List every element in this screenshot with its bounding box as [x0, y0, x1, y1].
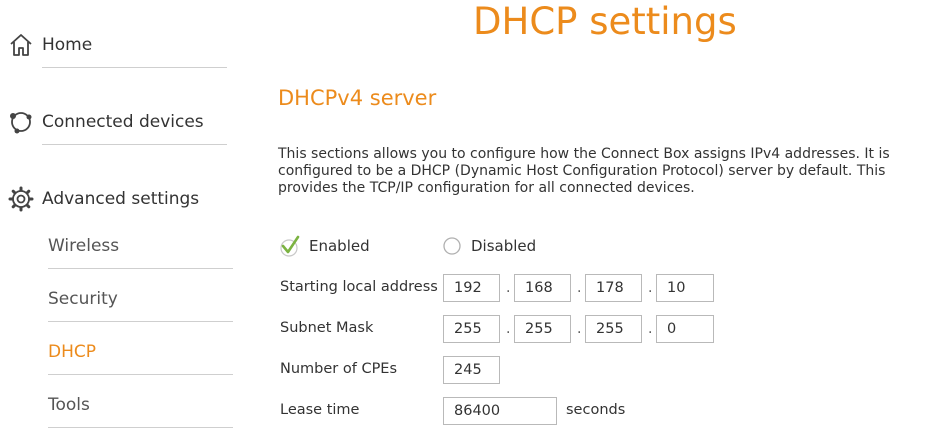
nav-advanced-label: Advanced settings	[42, 189, 200, 209]
sidebar: Home Connected devices Advanced settings…	[0, 0, 240, 438]
nav-connected-devices[interactable]: Connected devices	[8, 107, 204, 137]
sidebar-item-wireless[interactable]: Wireless	[48, 236, 119, 256]
start-address-label: Starting local address	[280, 279, 438, 295]
radio-enabled[interactable]: Enabled	[280, 234, 370, 258]
octet-separator: .	[506, 321, 511, 337]
subnet-mask-label: Subnet Mask	[280, 320, 374, 336]
divider	[48, 268, 233, 269]
divider	[42, 144, 227, 145]
nav-home-label: Home	[42, 35, 93, 55]
start-octet-3-input[interactable]	[585, 274, 642, 302]
radio-enabled-label: Enabled	[309, 237, 370, 255]
octet-separator: .	[577, 280, 582, 296]
octet-separator: .	[577, 321, 582, 337]
divider	[48, 427, 233, 428]
section-title: DHCPv4 server	[278, 86, 437, 110]
lease-time-label: Lease time	[280, 402, 360, 418]
cpe-count-label: Number of CPEs	[280, 361, 398, 377]
divider	[48, 374, 233, 375]
radio-circle-icon	[443, 237, 461, 255]
nav-advanced-settings[interactable]: Advanced settings	[8, 184, 199, 214]
nav-connected-label: Connected devices	[42, 112, 204, 132]
octet-separator: .	[648, 321, 653, 337]
checkmark-icon	[280, 235, 300, 257]
start-octet-2-input[interactable]	[514, 274, 571, 302]
mask-octet-4-input[interactable]	[656, 315, 714, 343]
start-octet-1-input[interactable]	[443, 274, 500, 302]
section-description: This sections allows you to configure ho…	[278, 146, 890, 196]
octet-separator: .	[648, 280, 653, 296]
connected-devices-icon	[10, 112, 32, 134]
nav-home[interactable]: Home	[8, 30, 92, 60]
start-octet-4-input[interactable]	[656, 274, 714, 302]
mask-octet-1-input[interactable]	[443, 315, 500, 343]
radio-disabled-label: Disabled	[471, 237, 537, 255]
sidebar-item-dhcp[interactable]: DHCP	[48, 342, 96, 362]
main-content: DHCP settings DHCPv4 server This section…	[240, 0, 929, 438]
sidebar-item-security[interactable]: Security	[48, 289, 118, 309]
radio-disabled[interactable]: Disabled	[442, 234, 536, 258]
mask-octet-3-input[interactable]	[585, 315, 642, 343]
home-icon	[10, 34, 32, 56]
divider	[48, 321, 233, 322]
cpe-count-input[interactable]	[443, 356, 500, 384]
sidebar-item-tools[interactable]: Tools	[48, 395, 90, 415]
lease-time-input[interactable]	[443, 397, 557, 425]
page-title: DHCP settings	[473, 0, 737, 43]
gear-icon	[8, 186, 34, 212]
mask-octet-2-input[interactable]	[514, 315, 571, 343]
octet-separator: .	[506, 280, 511, 296]
divider	[42, 67, 227, 68]
lease-time-unit: seconds	[566, 402, 626, 418]
